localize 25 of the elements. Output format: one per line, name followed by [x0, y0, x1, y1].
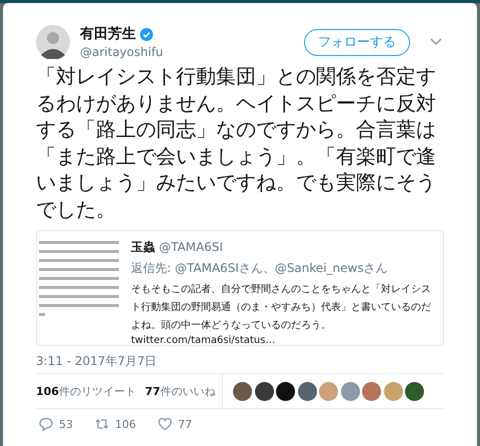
quoted-handle: @TAMA6SI	[159, 240, 223, 254]
quoted-link[interactable]: twitter.com/tama6si/status…	[131, 335, 437, 345]
timestamp[interactable]: 3:11 - 2017年7月7日	[36, 353, 444, 373]
avatar	[36, 25, 70, 59]
quoted-text: そもそもこの記者、自分で野間さんのことをちゃんと「対レイシスト行動集団の野間易通（のま・やすみち）代表」と書いているのだよね。頭の中一体どうなっているのだろう。	[131, 282, 432, 333]
liker-avatar[interactable]	[298, 382, 317, 400]
liker-avatar[interactable]	[405, 382, 424, 400]
author-name[interactable]: 有田芳生	[80, 25, 136, 43]
liker-avatar[interactable]	[276, 382, 296, 400]
reply-count: 53	[59, 418, 73, 430]
reply-icon[interactable]	[39, 417, 53, 431]
like-count: 77	[178, 418, 192, 430]
stat-link[interactable]: 77件のいいね	[144, 384, 216, 398]
reply-to-text: 返信先: @TAMA6SIさん、@Sankei_newsさん	[131, 260, 389, 277]
liker-avatar[interactable]	[233, 382, 252, 400]
chevron-down-icon[interactable]	[430, 38, 442, 46]
quoted-name: 玉蟲	[131, 239, 155, 256]
tweet-text: 「対レイシスト行動集団」との関係を否定するわけがありません。ヘイトスピーチに反対する「路上の同志」なのですから。合言葉は「また路上で会いましょう」。「有楽町で逢いましょう」みたいですね。でも実際にそうでした。	[36, 63, 437, 222]
liker-avatar[interactable]	[254, 382, 274, 400]
quoted-tweet[interactable]: 玉蟲 @TAMA6SI 返信先: @TAMA6SIさん、@Sankei_newsさん そもそもこの記者、自分で野間さんのことをちゃんと「対レイシスト行動集団の野間易通（のま・やすみち）代表」と書いているのだよね。頭の中一体どうなっているのだろう。 twitter.com/tama6si/status…	[36, 230, 444, 346]
retweet-count: 106	[115, 418, 136, 430]
author-handle[interactable]: @aritayoshifu	[80, 45, 304, 59]
retweet-icon[interactable]	[95, 417, 109, 431]
stat-link[interactable]: 106件のリツイート	[36, 384, 136, 398]
heart-icon[interactable]	[158, 417, 172, 431]
